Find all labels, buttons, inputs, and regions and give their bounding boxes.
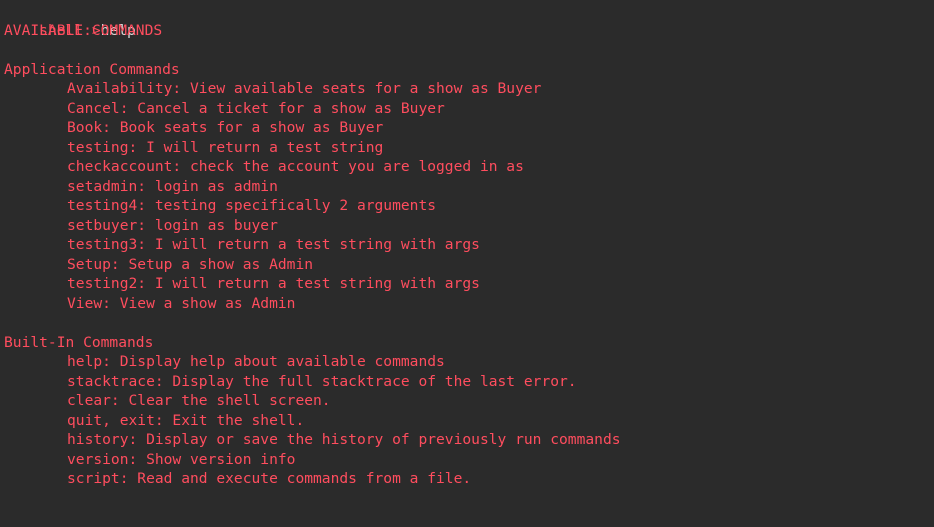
command-line: help: Display help about available comma… xyxy=(67,353,445,370)
command-line: setbuyer: login as buyer xyxy=(67,216,278,234)
command-line: script: Read and execute commands from a… xyxy=(67,470,472,487)
command-line: quit, exit: Exit the shell. xyxy=(67,411,305,429)
command-line: testing2: I will return a test string wi… xyxy=(67,275,480,292)
command-line: View: View a show as Admin xyxy=(67,294,296,312)
command-line: setadmin: login as admin xyxy=(67,177,278,195)
command-line: clear: Clear the shell screen. xyxy=(67,392,331,409)
command-line: testing3: I will return a test string wi… xyxy=(67,236,480,253)
prompt-line: shell:>help xyxy=(4,1,934,39)
command-line: testing: I will return a test string xyxy=(67,138,384,156)
command-line: Cancel: Cancel a ticket for a show as Bu… xyxy=(67,99,445,117)
command-line: version: Show version info xyxy=(67,450,296,468)
command-line: Availability: View available seats for a… xyxy=(67,80,542,97)
command-line: checkaccount: check the account you are … xyxy=(67,158,524,175)
output-header: AVAILABLE COMMANDS xyxy=(4,21,163,39)
command-line: history: Display or save the history of … xyxy=(67,431,621,448)
command-line: Book: Book seats for a show as Buyer xyxy=(67,119,384,136)
terminal-window[interactable]: shell:>help AVAILABLE COMMANDS Applicati… xyxy=(0,0,934,527)
command-line: Setup: Setup a show as Admin xyxy=(67,255,314,273)
section-title-builtin: Built-In Commands xyxy=(4,333,154,351)
section-title-application: Application Commands xyxy=(4,60,180,78)
command-line: testing4: testing specifically 2 argumen… xyxy=(67,197,437,214)
command-line: stacktrace: Display the full stacktrace … xyxy=(67,372,577,390)
